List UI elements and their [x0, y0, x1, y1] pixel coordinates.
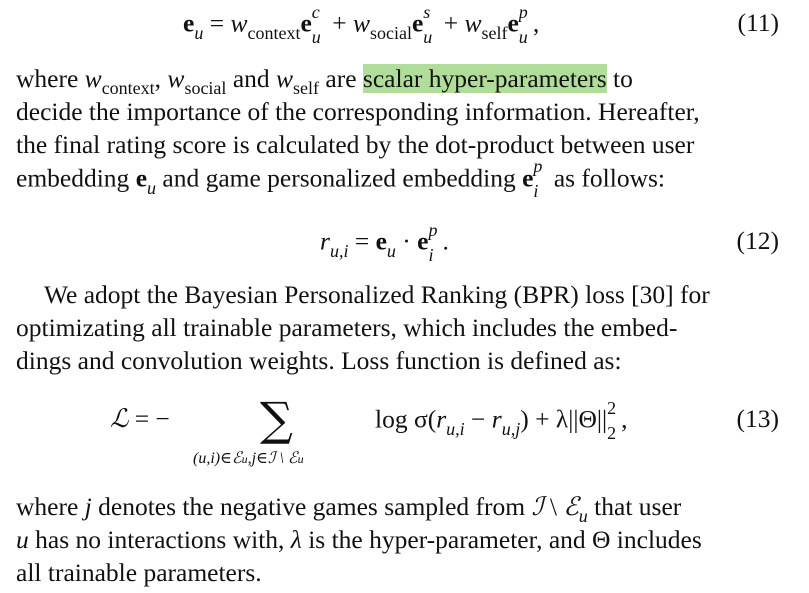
eq11-supsub-c: cu: [311, 2, 321, 47]
eq11-sub-social: social: [369, 22, 412, 43]
eq11-supsub-s: su: [423, 2, 433, 47]
equation-12: ru,i = eu · epi. (12): [0, 220, 809, 265]
paper-page: eu = wcontexte c u + wsociale s u + wselfe p u…: [0, 0, 809, 593]
eq11-w-social: w: [352, 8, 370, 38]
para3-line-3: all trainable parameters.: [16, 558, 262, 587]
equation-11: eu = wcontexte c u + wsociale s u + wselfe p u…: [0, 2, 809, 47]
equation-13-number: (13): [736, 404, 779, 433]
equation-11-number: (11): [737, 8, 779, 37]
equation-13-lhs: ℒ = −: [110, 404, 170, 434]
para2-line-3: dings and convolution weights. Loss func…: [16, 346, 622, 375]
eq11-equals: =: [209, 8, 225, 38]
eq11-e-c: e: [300, 8, 312, 38]
equation-13-rhs: log σ(ru,i − ru,j) + λ||Θ|| 2 2,: [375, 398, 628, 443]
equation-13: ℒ = − ∑ (u,i)∈ℰu,j∈ℐ \ ℰu log σ(ru,i − r…: [0, 392, 809, 482]
para2-line-2: optimizating all trainable parameters, w…: [16, 313, 678, 342]
summation-subscript: (u,i)∈ℰu,j∈ℐ \ ℰu: [193, 450, 304, 467]
summation-sign: ∑: [260, 392, 293, 446]
para1-line-3: the final rating score is calculated by …: [16, 130, 695, 159]
eq11-plus-1: +: [332, 8, 347, 38]
equation-12-body: ru,i = eu · epi.: [320, 220, 449, 265]
eq11-sub-context: context: [247, 22, 301, 43]
para2-line-1: We adopt the Bayesian Personalized Ranki…: [44, 280, 710, 309]
eq11-sub-self: self: [481, 22, 508, 43]
equation-11-body: eu = wcontexte c u + wsociale s u + wselfe p u…: [183, 2, 540, 47]
eq11-e-p: e: [507, 8, 519, 38]
para1-line-1: where wcontext, wsocial and wself are sc…: [16, 64, 633, 98]
eq11-sub-u: u: [194, 22, 204, 43]
w-self: w: [276, 64, 294, 93]
w-social: w: [167, 64, 185, 93]
highlighted-text[interactable]: scalar hyper-parameters: [362, 64, 607, 93]
eq11-supsub-p: pu: [518, 2, 528, 47]
eq11-comma: ,: [532, 8, 540, 38]
w-context: w: [84, 64, 102, 93]
eq11-w-context: w: [230, 8, 248, 38]
equation-12-number: (12): [736, 226, 779, 255]
eq11-e-u: e: [183, 8, 195, 38]
eq11-plus-2: +: [443, 8, 459, 38]
para1-line-4: embedding eu and game personalized embed…: [16, 156, 666, 201]
para3-line-1: where j denotes the negative games sampl…: [16, 492, 682, 526]
eq11-e-s: e: [411, 8, 424, 38]
para3-line-2: u has no interactions with, λ is the hyp…: [16, 525, 702, 554]
eq11-w-self: w: [464, 8, 482, 38]
para1-line-2: decide the importance of the correspondi…: [16, 97, 700, 126]
